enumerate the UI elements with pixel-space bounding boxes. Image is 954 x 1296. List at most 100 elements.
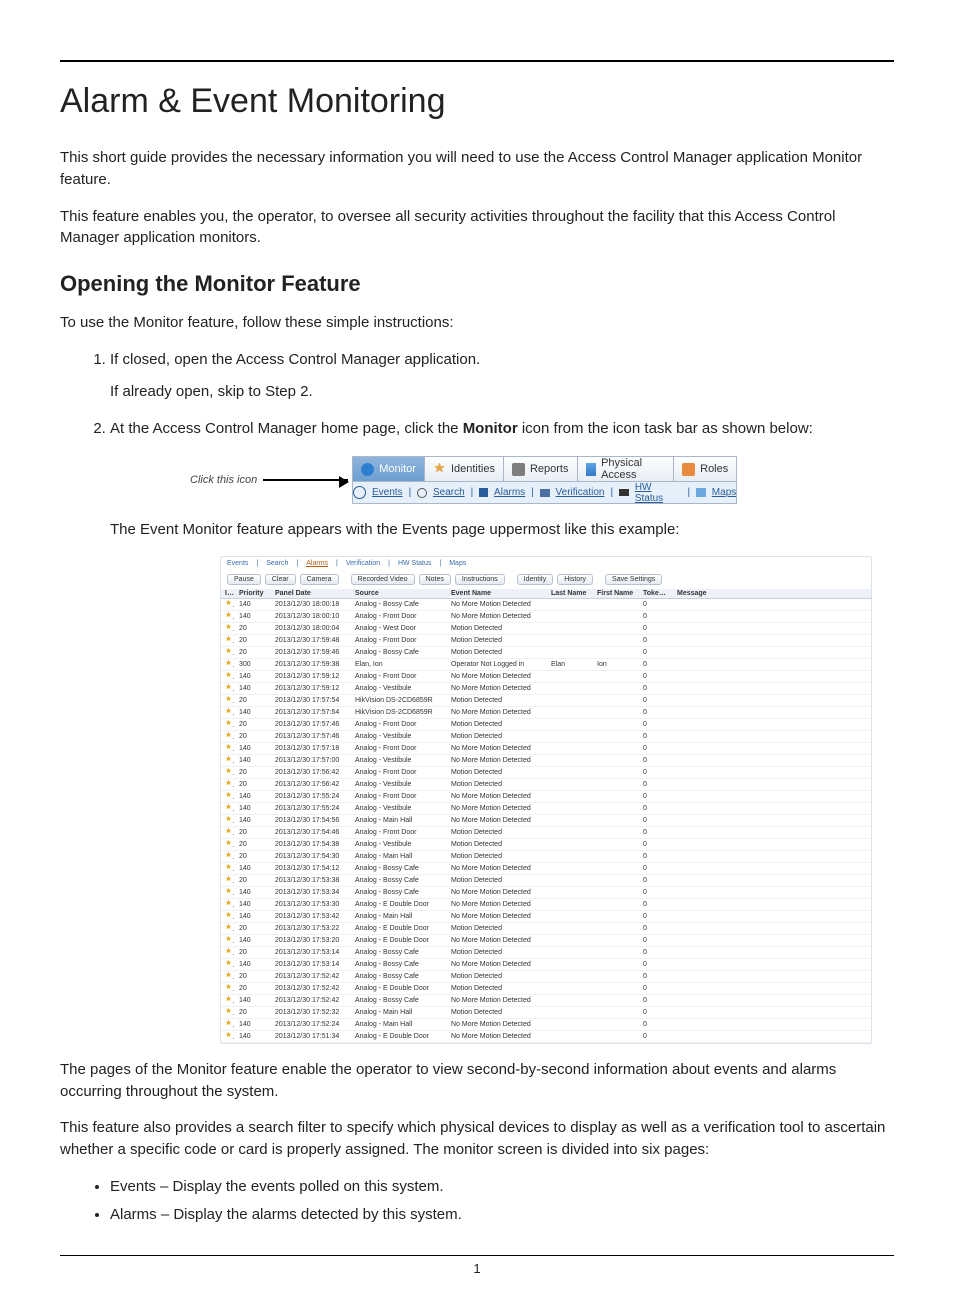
subnav-hw-status[interactable]: HW Status bbox=[635, 482, 682, 504]
events-button-pause[interactable]: Pause bbox=[227, 574, 261, 585]
table-row[interactable]: 202013/12/30 17:56:42Analog - Front Door… bbox=[221, 766, 871, 778]
table-row[interactable]: 202013/12/30 17:57:54HikVision DS-2CD685… bbox=[221, 694, 871, 706]
table-row[interactable]: 202013/12/30 17:59:46Analog - Bossy Cafe… bbox=[221, 646, 871, 658]
cell: Analog - Bossy Cafe bbox=[351, 646, 447, 658]
cell bbox=[547, 790, 593, 802]
cell bbox=[673, 766, 871, 778]
cell: 140 bbox=[235, 814, 271, 826]
table-row[interactable]: 1402013/12/30 17:52:42Analog - Bossy Caf… bbox=[221, 994, 871, 1006]
toolbar-tab-identities[interactable]: Identities bbox=[425, 457, 504, 481]
table-row[interactable]: 1402013/12/30 17:57:54HikVision DS-2CD68… bbox=[221, 706, 871, 718]
cell bbox=[547, 1006, 593, 1018]
cell: 140 bbox=[235, 910, 271, 922]
star-icon bbox=[225, 816, 232, 823]
events-button-instructions[interactable]: Instructions bbox=[455, 574, 505, 585]
events-col-event-name[interactable]: Event Name bbox=[447, 589, 547, 599]
subnav-verification[interactable]: Verification bbox=[556, 487, 605, 498]
subnav-alarms[interactable]: Alarms bbox=[494, 487, 525, 498]
table-row[interactable]: 1402013/12/30 17:53:42Analog - Main Hall… bbox=[221, 910, 871, 922]
cell bbox=[673, 694, 871, 706]
table-row[interactable]: 3002013/12/30 17:59:38Elan, IonOperator … bbox=[221, 658, 871, 670]
subnav-events[interactable]: Events bbox=[372, 487, 403, 498]
cell bbox=[221, 706, 235, 718]
table-row[interactable]: 202013/12/30 17:57:46Analog - VestibuleM… bbox=[221, 730, 871, 742]
table-row[interactable]: 202013/12/30 17:57:46Analog - Front Door… bbox=[221, 718, 871, 730]
cell: 140 bbox=[235, 1018, 271, 1030]
events-button-notes[interactable]: Notes bbox=[419, 574, 451, 585]
table-row[interactable]: 202013/12/30 17:53:38Analog - Bossy Cafe… bbox=[221, 874, 871, 886]
events-col-last-name[interactable]: Last Name bbox=[547, 589, 593, 599]
table-row[interactable]: 202013/12/30 17:56:42Analog - VestibuleM… bbox=[221, 778, 871, 790]
events-button-history[interactable]: History bbox=[557, 574, 593, 585]
events-subnav-events[interactable]: Events bbox=[227, 560, 248, 567]
cell bbox=[593, 958, 639, 970]
table-row[interactable]: 1402013/12/30 17:59:12Analog - Vestibule… bbox=[221, 682, 871, 694]
events-subnav-search[interactable]: Search bbox=[266, 560, 288, 567]
table-row[interactable]: 1402013/12/30 17:54:12Analog - Bossy Caf… bbox=[221, 862, 871, 874]
events-button-save-settings[interactable]: Save Settings bbox=[605, 574, 662, 585]
events-col-first-name[interactable]: First Name bbox=[593, 589, 639, 599]
events-subnav-hw-status[interactable]: HW Status bbox=[398, 560, 431, 567]
table-row[interactable]: 1402013/12/30 17:52:24Analog - Main Hall… bbox=[221, 1018, 871, 1030]
events-subnav-verification[interactable]: Verification bbox=[346, 560, 380, 567]
table-row[interactable]: 202013/12/30 17:52:32Analog - Main HallM… bbox=[221, 1006, 871, 1018]
table-row[interactable]: 202013/12/30 17:52:42Analog - Bossy Cafe… bbox=[221, 970, 871, 982]
events-col-priority[interactable]: Priority bbox=[235, 589, 271, 599]
table-row[interactable]: 1402013/12/30 17:57:18Analog - Front Doo… bbox=[221, 742, 871, 754]
cell bbox=[547, 622, 593, 634]
toolbar-tab-monitor[interactable]: Monitor bbox=[353, 457, 425, 481]
cell: No More Motion Detected bbox=[447, 1018, 547, 1030]
cell bbox=[673, 898, 871, 910]
table-row[interactable]: 1402013/12/30 17:55:24Analog - Vestibule… bbox=[221, 802, 871, 814]
cell: Motion Detected bbox=[447, 634, 547, 646]
cell: Motion Detected bbox=[447, 622, 547, 634]
events-col-token-no[interactable]: Token No bbox=[639, 589, 673, 599]
events-subnav-maps[interactable]: Maps bbox=[449, 560, 466, 567]
events-subnav-alarms[interactable]: Alarms bbox=[306, 560, 328, 567]
events-col-source[interactable]: Source bbox=[351, 589, 447, 599]
table-row[interactable]: 202013/12/30 17:53:22Analog - E Double D… bbox=[221, 922, 871, 934]
events-button-recorded-video[interactable]: Recorded Video bbox=[351, 574, 415, 585]
cell: 0 bbox=[639, 934, 673, 946]
table-row[interactable]: 1402013/12/30 17:53:20Analog - E Double … bbox=[221, 934, 871, 946]
toolbar-tab-physical-access[interactable]: Physical Access bbox=[578, 457, 675, 481]
table-row[interactable]: 1402013/12/30 17:53:30Analog - E Double … bbox=[221, 898, 871, 910]
events-button-clear[interactable]: Clear bbox=[265, 574, 296, 585]
table-row[interactable]: 1402013/12/30 18:00:10Analog - Front Doo… bbox=[221, 610, 871, 622]
star-icon bbox=[225, 768, 232, 775]
toolbar-tab-roles[interactable]: Roles bbox=[674, 457, 736, 481]
table-row[interactable]: 1402013/12/30 17:59:12Analog - Front Doo… bbox=[221, 670, 871, 682]
events-col-message[interactable]: Message bbox=[673, 589, 871, 599]
cell: No More Motion Detected bbox=[447, 610, 547, 622]
cell bbox=[221, 934, 235, 946]
table-row[interactable]: 202013/12/30 17:52:42Analog - E Double D… bbox=[221, 982, 871, 994]
table-row[interactable]: 1402013/12/30 18:00:18Analog - Bossy Caf… bbox=[221, 598, 871, 610]
star-icon bbox=[225, 648, 232, 655]
table-row[interactable]: 202013/12/30 18:00:04Analog - West DoorM… bbox=[221, 622, 871, 634]
cell: 140 bbox=[235, 802, 271, 814]
table-row[interactable]: 1402013/12/30 17:53:14Analog - Bossy Caf… bbox=[221, 958, 871, 970]
events-col-icons[interactable]: Icons bbox=[221, 589, 235, 599]
cell: 2013/12/30 17:52:42 bbox=[271, 982, 351, 994]
table-row[interactable]: 202013/12/30 17:53:14Analog - Bossy Cafe… bbox=[221, 946, 871, 958]
events-col-panel-date[interactable]: Panel Date bbox=[271, 589, 351, 599]
table-row[interactable]: 1402013/12/30 17:54:56Analog - Main Hall… bbox=[221, 814, 871, 826]
cell: Analog - Bossy Cafe bbox=[351, 862, 447, 874]
cell: 140 bbox=[235, 742, 271, 754]
table-row[interactable]: 1402013/12/30 17:57:00Analog - Vestibule… bbox=[221, 754, 871, 766]
table-row[interactable]: 1402013/12/30 17:51:34Analog - E Double … bbox=[221, 1030, 871, 1042]
table-row[interactable]: 202013/12/30 17:54:38Analog - VestibuleM… bbox=[221, 838, 871, 850]
separator: | bbox=[610, 487, 613, 498]
events-button-identity[interactable]: Identity bbox=[517, 574, 554, 585]
subnav-search[interactable]: Search bbox=[433, 487, 465, 498]
table-row[interactable]: 202013/12/30 17:59:48Analog - Front Door… bbox=[221, 634, 871, 646]
cell: 2013/12/30 17:53:30 bbox=[271, 898, 351, 910]
table-row[interactable]: 1402013/12/30 17:55:24Analog - Front Doo… bbox=[221, 790, 871, 802]
table-row[interactable]: 202013/12/30 17:54:46Analog - Front Door… bbox=[221, 826, 871, 838]
table-row[interactable]: 202013/12/30 17:54:30Analog - Main HallM… bbox=[221, 850, 871, 862]
star-icon bbox=[225, 612, 232, 619]
events-button-camera[interactable]: Camera bbox=[300, 574, 339, 585]
subnav-maps[interactable]: Maps bbox=[712, 487, 736, 498]
table-row[interactable]: 1402013/12/30 17:53:34Analog - Bossy Caf… bbox=[221, 886, 871, 898]
toolbar-tab-reports[interactable]: Reports bbox=[504, 457, 578, 481]
